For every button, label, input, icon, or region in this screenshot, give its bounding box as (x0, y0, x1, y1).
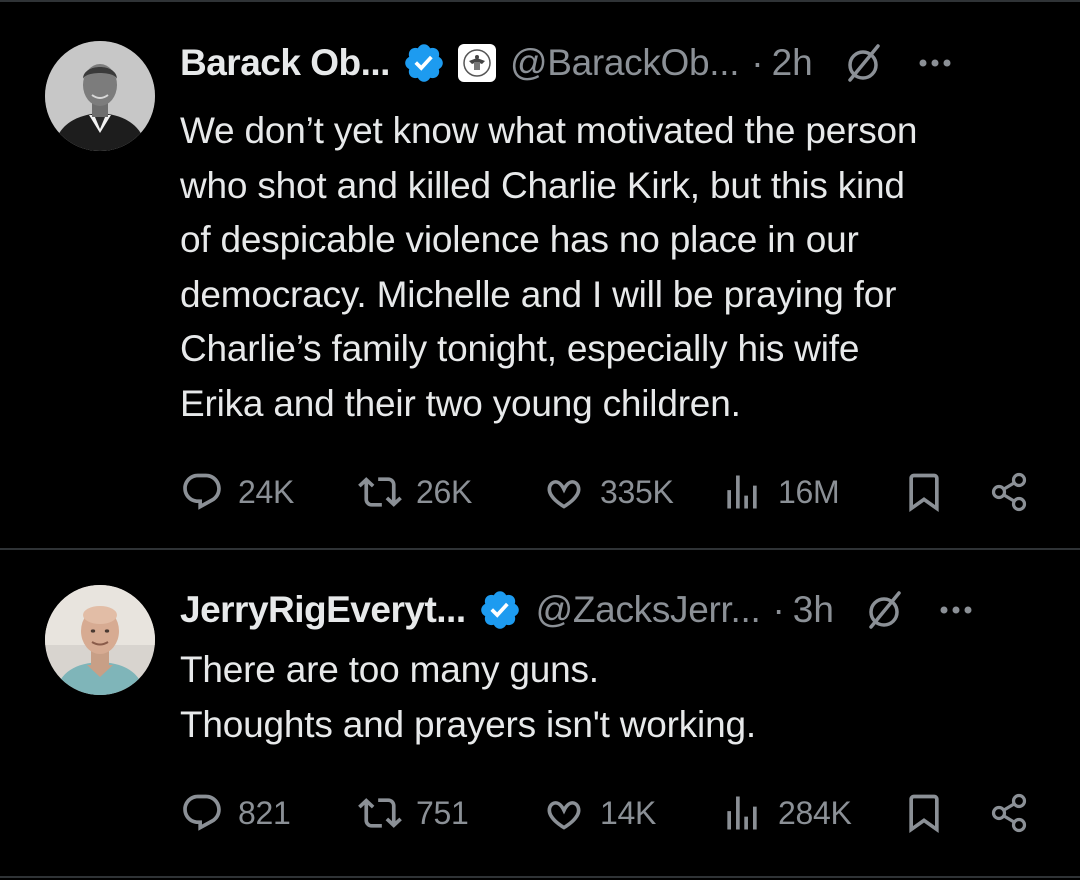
handle[interactable]: @ZacksJerr... (536, 589, 761, 631)
like-count: 335K (600, 473, 674, 510)
tweet-text-line: There are too many guns. (180, 649, 599, 690)
like-button[interactable]: 14K (542, 790, 656, 836)
repost-icon (358, 798, 402, 828)
reply-button[interactable]: 24K (180, 469, 294, 515)
tweet-text-line: democracy. Michelle and I will be prayin… (180, 273, 897, 315)
display-name[interactable]: Barack Ob... (180, 42, 390, 84)
views-count: 16M (778, 473, 840, 510)
tweet-header: Barack Ob... @BarackOb... · 2h (180, 38, 1040, 88)
bookmark-button[interactable] (902, 790, 946, 836)
tweet-text-line: Thoughts and prayers isn't working. (180, 703, 756, 745)
separator-dot: · (751, 42, 764, 83)
more-dots-icon[interactable] (915, 43, 955, 83)
display-name[interactable]: JerryRigEveryt... (180, 589, 466, 631)
views-button[interactable]: 16M (720, 469, 840, 515)
repost-count: 751 (416, 794, 469, 831)
handle[interactable]: @BarackOb... (510, 42, 740, 84)
verified-badge-icon[interactable] (478, 588, 522, 632)
presidential-seal-icon[interactable] (457, 44, 496, 82)
reply-count: 821 (238, 794, 291, 831)
like-count: 14K (600, 794, 657, 831)
reply-button[interactable]: 821 (180, 790, 291, 836)
like-button[interactable]: 335K (542, 469, 674, 515)
bottom-divider (0, 876, 1080, 878)
repost-button[interactable]: 751 (358, 790, 469, 836)
share-icon (991, 793, 1027, 833)
verified-badge-icon[interactable] (402, 41, 446, 85)
separator-dot: · (772, 589, 785, 630)
views-bar-chart-icon (727, 475, 757, 509)
repost-icon (358, 477, 402, 507)
views-bar-chart-icon (727, 796, 757, 830)
tweet-text: We don’t yet know what motivated the per… (180, 104, 1040, 431)
tweet-text-line: Charlie’s family tonight, especially his… (180, 328, 860, 369)
avatar-photo-icon (45, 41, 155, 151)
bookmark-icon (909, 794, 939, 834)
reply-icon (183, 794, 221, 831)
tweet[interactable]: Barack Ob... @BarackOb... · 2h We don’t … (0, 38, 1080, 548)
tweet-text-line: Erika and their two young children. (180, 382, 741, 424)
tweet-text: There are too many guns. Thoughts and pr… (180, 643, 1040, 752)
share-button[interactable] (988, 790, 1032, 836)
tweet-divider (0, 548, 1080, 550)
reply-count: 24K (238, 473, 295, 510)
more-dots-icon[interactable] (936, 590, 976, 630)
top-divider (0, 0, 1080, 2)
avatar-photo-icon (45, 585, 155, 695)
heart-icon (547, 801, 581, 830)
tweet[interactable]: JerryRigEveryt... @ZacksJerr... · 3h The… (0, 585, 1080, 875)
share-icon (991, 472, 1027, 512)
repost-button[interactable]: 26K (358, 469, 472, 515)
grok-icon[interactable] (841, 41, 885, 85)
reply-icon (183, 473, 221, 510)
bookmark-icon (909, 473, 939, 513)
tweet-text-line: who shot and killed Charlie Kirk, but th… (180, 164, 905, 206)
grok-icon[interactable] (862, 588, 906, 632)
tweet-text-line: We don’t yet know what motivated the per… (180, 110, 918, 151)
repost-count: 26K (416, 473, 473, 510)
views-count: 284K (778, 794, 852, 831)
tweet-actions: 24K 26K 335K 16M (180, 469, 1040, 515)
avatar[interactable] (45, 585, 155, 695)
bookmark-button[interactable] (902, 469, 946, 515)
tweet-text-line: of despicable violence has no place in o… (180, 219, 859, 260)
avatar[interactable] (45, 41, 155, 151)
views-button[interactable]: 284K (720, 790, 852, 836)
timestamp[interactable]: 3h (793, 589, 834, 631)
tweet-actions: 821 751 14K 284K (180, 790, 1040, 836)
timestamp[interactable]: 2h (772, 42, 813, 84)
heart-icon (547, 480, 581, 509)
tweet-header: JerryRigEveryt... @ZacksJerr... · 3h (180, 585, 1040, 635)
share-button[interactable] (988, 469, 1032, 515)
